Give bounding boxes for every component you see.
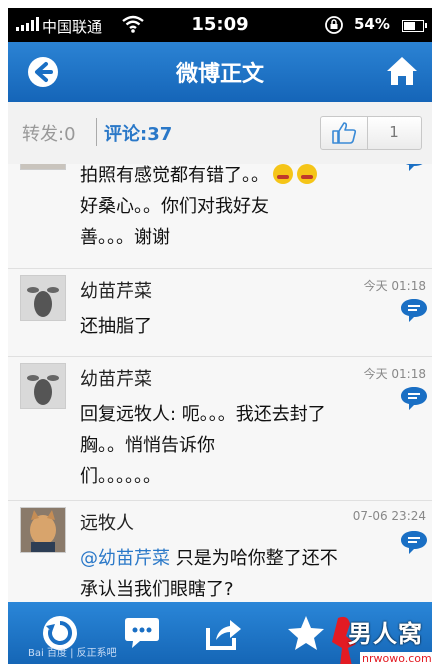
site-watermark-logo: 男人窝 nrwowo.com [326,612,432,664]
comment-text: @幼苗芹菜 只是为哈你整了还不 承认当我们眼瞎了? [80,543,380,602]
comment-item: 远牧人 07-06 23:24 @幼苗芹菜 只是为哈你整了还不 承认当我们眼瞎了… [8,501,432,602]
reply-bubble-icon[interactable] [400,297,428,323]
comment-time: 今天 01:18 [363,367,426,381]
avatar[interactable] [20,275,66,321]
comment-line: 们。。。。。。 [80,466,161,487]
comment-line: 拍照有感觉都有错了。。 [80,165,269,186]
battery-tip [425,23,427,28]
comment-text: 拍照有感觉都有错了。。 好桑心。。你们对我好友 善。。。谢谢 [80,164,380,253]
crying-emoji-icon [297,164,317,184]
avatar[interactable] [20,507,66,553]
comment-line: 回复远牧人: 呃。。。我还去封了 [80,404,326,425]
comment-line: 只是为哈你整了还不 [170,548,338,569]
comment-line: 好桑心。。你们对我好友 [80,196,269,217]
rotation-lock-icon [325,16,343,34]
reply-bubble-icon[interactable] [400,529,428,555]
avatar [20,164,66,170]
app-screen: 中国联通 15:09 54% 微博正文 转发:0 评论:37 1 拍照有感觉都有… [8,8,432,664]
nav-bar: 微博正文 [8,42,432,102]
status-bar: 中国联通 15:09 54% [8,8,432,42]
comment-list: 拍照有感觉都有错了。。 好桑心。。你们对我好友 善。。。谢谢 幼苗芹菜 今天 0… [8,164,432,602]
crying-emoji-icon [273,164,293,184]
comment-line: 还抽脂了 [80,316,152,337]
comment-time: 今天 01:18 [363,279,426,293]
comment-text: 回复远牧人: 呃。。。我还去封了 胸。。悄悄告诉你 们。。。。。。 [80,399,380,492]
site-watermark-url: nrwowo.com [360,652,432,664]
battery-percent: 54% [354,15,390,33]
comment-item: 幼苗芹菜 今天 01:18 回复远牧人: 呃。。。我还去封了 胸。。悄悄告诉你 … [8,357,432,499]
comment-time: 07-06 23:24 [352,509,426,523]
comment-line: 善。。。谢谢 [80,227,170,248]
site-watermark-name: 男人窝 [348,620,423,648]
repost-comment-tabs: 转发:0 评论:37 1 [8,102,432,165]
comment-item: 幼苗芹菜 今天 01:18 还抽脂了 [8,269,432,355]
home-icon[interactable] [384,54,420,88]
thumbs-up-icon[interactable] [331,121,357,145]
comment-line: 承认当我们眼瞎了? [80,579,234,600]
tab-comments[interactable]: 评论:37 [104,120,172,146]
battery-icon [402,20,424,32]
tab-divider [96,118,97,146]
comment-icon[interactable] [122,614,162,652]
avatar[interactable] [20,363,66,409]
baidu-watermark: Bai 百度 | 反正系吧 [28,648,117,659]
comment-line: 胸。。悄悄告诉你 [80,435,215,456]
comment-author[interactable]: 幼苗芹菜 [80,365,152,391]
share-icon[interactable] [204,614,244,652]
reply-bubble-icon[interactable] [400,385,428,411]
comment-text: 还抽脂了 [80,311,380,342]
comment-author[interactable]: 幼苗芹菜 [80,277,152,303]
reply-bubble-icon[interactable] [400,164,428,172]
tab-forward[interactable]: 转发:0 [22,120,76,146]
like-button[interactable]: 1 [320,116,422,150]
favorite-star-icon[interactable] [286,614,326,652]
comment-item: 拍照有感觉都有错了。。 好桑心。。你们对我好友 善。。。谢谢 [8,164,432,268]
like-count: 1 [389,123,399,141]
mention-link[interactable]: @幼苗芹菜 [80,548,170,569]
comment-author[interactable]: 远牧人 [80,509,134,535]
page-title: 微博正文 [175,62,264,87]
